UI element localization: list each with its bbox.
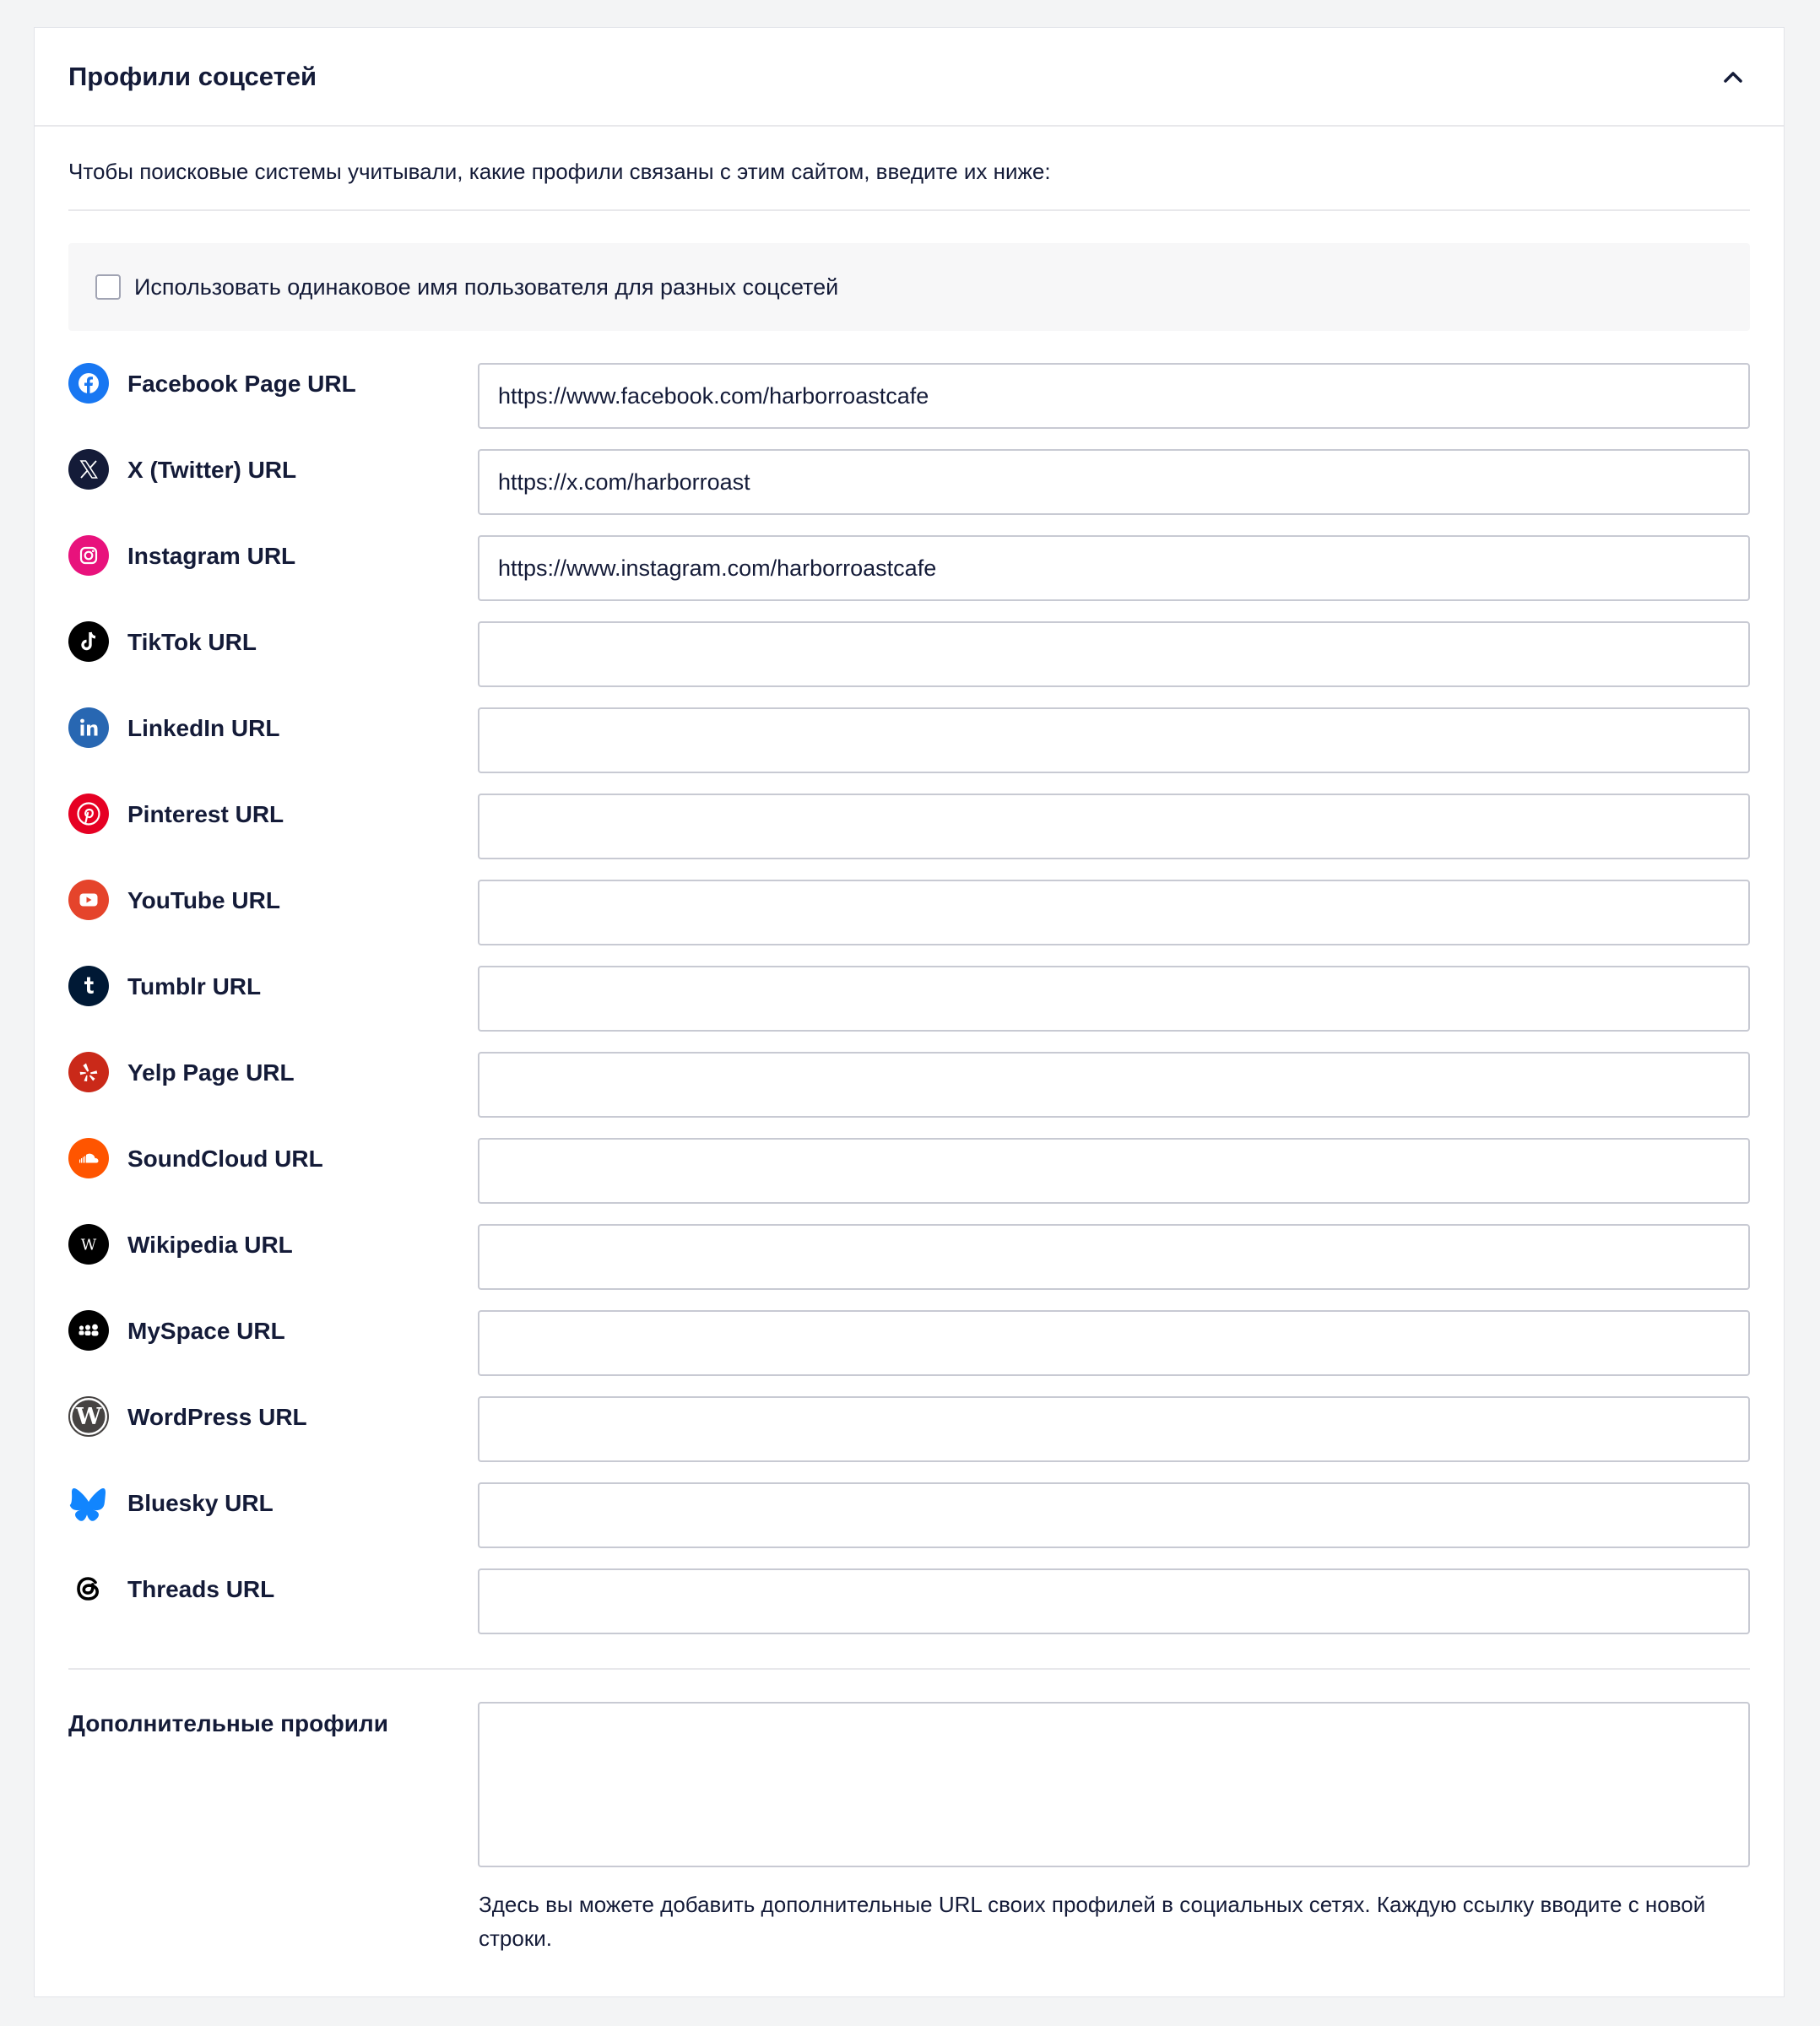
profile-label: Threads URL [68,1568,478,1655]
profile-url-input[interactable] [478,1396,1750,1462]
profile-row: Facebook Page URL [68,363,1750,449]
profile-row: MySpace URL [68,1310,1750,1396]
profile-row: W Wikipedia URL [68,1224,1750,1310]
same-username-option[interactable]: Использовать одинаковое имя пользователя… [68,243,1750,331]
profile-label-text: Yelp Page URL [127,1059,295,1086]
profile-row: Yelp Page URL [68,1052,1750,1138]
threads-icon [68,1568,109,1609]
facebook-icon [68,363,109,404]
profile-row: YouTube URL [68,880,1750,966]
profile-row: Tumblr URL [68,966,1750,1052]
panel-description: Чтобы поисковые системы учитывали, какие… [68,127,1750,211]
profile-label: Pinterest URL [68,794,478,880]
svg-text:W: W [75,1404,102,1430]
divider [68,1668,1750,1670]
social-profiles-panel: Профили соцсетей Чтобы поисковые системы… [34,27,1785,1997]
additional-profiles-label: Дополнительные профили [68,1710,388,1736]
chevron-up-icon [1724,71,1742,83]
collapse-button[interactable] [1716,60,1750,94]
profile-url-input[interactable] [478,794,1750,859]
profile-url-input[interactable] [478,707,1750,773]
additional-profiles-row: Дополнительные профили [68,1702,1750,1867]
profile-url-input[interactable] [478,1310,1750,1376]
profile-row: SoundCloud URL [68,1138,1750,1224]
profile-label: Bluesky URL [68,1482,478,1568]
profile-label-text: Bluesky URL [127,1490,274,1516]
soundcloud-icon [68,1138,109,1178]
wikipedia-icon: W [68,1224,109,1265]
profile-url-input[interactable] [478,1568,1750,1634]
profile-label: X (Twitter) URL [68,449,478,535]
profile-label-text: LinkedIn URL [127,715,280,741]
profile-row: Threads URL [68,1568,1750,1655]
panel-header[interactable]: Профили соцсетей [35,28,1784,127]
same-username-checkbox[interactable] [95,274,121,300]
profile-label: W WordPress URL [68,1396,478,1482]
profile-label: W Wikipedia URL [68,1224,478,1310]
profile-url-input[interactable] [478,535,1750,601]
panel-title: Профили соцсетей [68,61,317,91]
profile-row: W WordPress URL [68,1396,1750,1482]
additional-profiles-textarea[interactable] [478,1702,1750,1867]
same-username-label[interactable]: Использовать одинаковое имя пользователя… [134,274,838,301]
profile-row: Bluesky URL [68,1482,1750,1568]
bluesky-icon [68,1482,109,1523]
profile-label-text: Threads URL [127,1576,275,1602]
pinterest-icon [68,794,109,834]
profile-label: MySpace URL [68,1310,478,1396]
profile-label: Tumblr URL [68,966,478,1052]
profile-label: LinkedIn URL [68,707,478,794]
myspace-icon [68,1310,109,1351]
profile-url-input[interactable] [478,621,1750,687]
svg-text:W: W [81,1237,97,1254]
profile-label-text: Wikipedia URL [127,1232,293,1258]
profile-row: LinkedIn URL [68,707,1750,794]
profile-label: TikTok URL [68,621,478,707]
x-twitter-icon [68,449,109,490]
profile-url-input[interactable] [478,1482,1750,1548]
profile-row: Instagram URL [68,535,1750,621]
profile-label-text: YouTube URL [127,887,280,913]
profile-label: YouTube URL [68,880,478,966]
youtube-icon [68,880,109,920]
tumblr-icon [68,966,109,1006]
profile-row: X (Twitter) URL [68,449,1750,535]
profile-url-input[interactable] [478,449,1750,515]
profile-url-input[interactable] [478,966,1750,1032]
profile-label-text: WordPress URL [127,1404,307,1430]
profile-label: Yelp Page URL [68,1052,478,1138]
profile-url-input[interactable] [478,363,1750,429]
profile-row: Pinterest URL [68,794,1750,880]
profile-label-text: SoundCloud URL [127,1146,323,1172]
profile-row: TikTok URL [68,621,1750,707]
profile-label-text: Instagram URL [127,543,296,569]
wordpress-icon: W [68,1396,109,1437]
profile-label: SoundCloud URL [68,1138,478,1224]
linkedin-icon [68,707,109,748]
instagram-icon [68,535,109,576]
profile-label-text: Pinterest URL [127,801,284,827]
profile-rows: Facebook Page URL X (Twitter) URL Instagra… [68,363,1750,1655]
profile-label: Facebook Page URL [68,363,478,449]
profile-url-input[interactable] [478,880,1750,945]
profile-url-input[interactable] [478,1052,1750,1118]
yelp-icon [68,1052,109,1092]
tiktok-icon [68,621,109,662]
profile-label-text: MySpace URL [127,1318,285,1344]
profile-url-input[interactable] [478,1224,1750,1290]
profile-label-text: TikTok URL [127,629,257,655]
profile-label-text: Tumblr URL [127,973,262,999]
profile-label: Instagram URL [68,535,478,621]
additional-profiles-help: Здесь вы можете добавить дополнительные … [479,1892,1706,1951]
panel-body: Чтобы поисковые системы учитывали, какие… [35,127,1784,1955]
profile-label-text: Facebook Page URL [127,371,356,397]
profile-label-text: X (Twitter) URL [127,457,297,483]
profile-url-input[interactable] [478,1138,1750,1204]
